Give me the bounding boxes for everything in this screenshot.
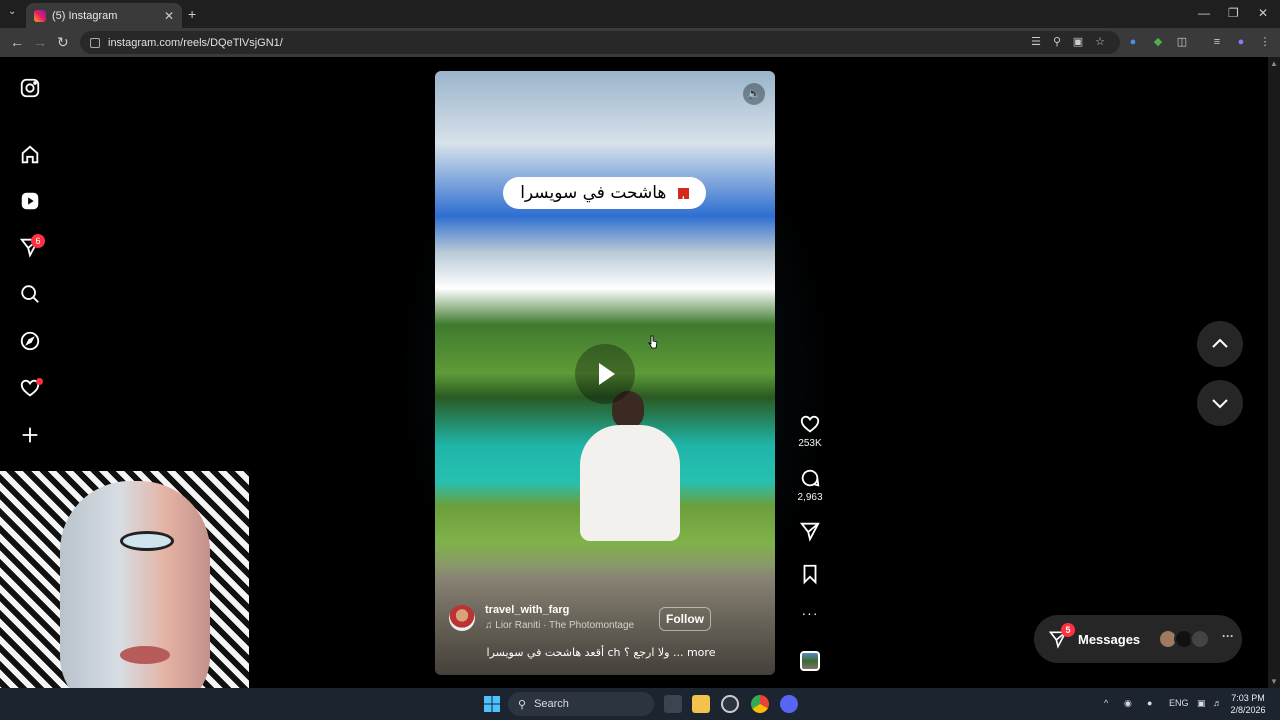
volume-icon[interactable]: ♬ [1213,698,1222,708]
minimize-button[interactable]: — [1198,6,1210,20]
messages-label: Messages [1078,631,1141,647]
overlay-caption-text: هاشحت في سويسرا [520,183,667,203]
app-icon[interactable] [721,695,739,713]
chevron-down-icon [1212,399,1228,409]
messages-button[interactable]: 5 Messages ··· [1034,615,1242,663]
reload-icon[interactable]: ↻ [57,34,69,51]
comment-icon[interactable] [799,467,821,489]
save-action[interactable] [790,563,830,585]
notification-dot [36,378,43,385]
browser-tab-strip: ⌄ (5) Instagram ✕ + — ❐ ✕ [0,0,1280,28]
taskbar-search-icon: ⚲ [518,698,527,711]
eye-detail [120,531,174,551]
extensions-puzzle-icon[interactable]: ◫ [1175,35,1189,49]
browser-toolbar: ← → ↻ instagram.com/reels/DQeTlVsjGN1/ ☰… [0,28,1280,57]
reel-actions: 253K 2,963 ··· [790,57,830,688]
bookmark-star-icon[interactable]: ☆ [1093,35,1107,49]
like-heart-icon[interactable] [799,413,821,435]
chrome-taskbar-icon[interactable] [751,695,769,713]
media-control-icon[interactable]: ≡ [1210,35,1224,49]
discord-taskbar-icon[interactable] [780,695,798,713]
like-count: 253K [798,438,822,449]
previous-reel-button[interactable] [1197,321,1243,367]
translate-icon[interactable]: ☰ [1029,35,1043,49]
taskbar-search-label: Search [534,698,569,710]
author-avatar[interactable] [449,605,475,631]
windows-start-icon[interactable] [483,695,501,713]
browser-menu-icon[interactable]: ⋮ [1258,35,1272,49]
clock-date: 2/8/2026 [1230,705,1266,715]
reels-icon[interactable] [19,190,41,212]
lips-detail [120,646,170,664]
chat-avatar [1190,629,1210,649]
network-icon[interactable]: ◉ [1124,698,1132,709]
more-chats-icon: ··· [1222,629,1234,643]
reel-video[interactable]: 🔈 هاشحت في سويسرا travel_with_farg ♫ Lio… [435,71,775,675]
system-clock[interactable]: 7:03 PM 2/8/2026 [1228,692,1268,716]
mute-icon[interactable]: 🔈 [743,83,765,105]
audio-thumbnail[interactable] [800,651,820,671]
create-plus-icon[interactable] [19,424,41,446]
comment-count: 2,963 [797,492,823,503]
install-app-icon[interactable]: ▣ [1071,35,1085,49]
follow-button[interactable]: Follow [659,607,711,631]
tab-instagram[interactable]: (5) Instagram ✕ [26,3,182,28]
next-reel-button[interactable] [1197,380,1243,426]
tab-close-icon[interactable]: ✕ [164,9,174,23]
messages-badge: 5 [1061,623,1075,637]
scroll-up-arrow-icon[interactable]: ▲ [1270,59,1278,68]
tray-overflow-icon[interactable]: ^ [1104,698,1108,708]
taskbar-search-box[interactable]: ⚲ Search [508,692,654,716]
tab-title: (5) Instagram [52,9,118,22]
notifications-badge: 6 [31,234,45,248]
address-bar[interactable]: instagram.com/reels/DQeTlVsjGN1/ [80,31,1120,54]
page-scrollbar[interactable]: ▲ ▼ [1268,57,1280,688]
play-button[interactable] [575,344,635,404]
display-icon[interactable]: ▣ [1197,698,1206,709]
like-action[interactable]: 253K [790,413,830,449]
tab-search-dropdown[interactable]: ⌄ [8,6,16,17]
author-username[interactable]: travel_with_farg [485,604,569,616]
windows-taskbar: ⚲ Search ^ ◉ ● ENG ▣ ♬ 7:03 PM 2/8/2026 [0,688,1280,720]
forward-icon[interactable]: → [33,34,47,50]
new-tab-button[interactable]: + [188,6,196,22]
url-text: instagram.com/reels/DQeTlVsjGN1/ [108,36,283,49]
back-icon[interactable]: ← [10,34,24,50]
restore-button[interactable]: ❐ [1228,6,1239,20]
chevron-up-icon [1212,338,1228,348]
scroll-down-arrow-icon[interactable]: ▼ [1270,677,1278,686]
share-action[interactable] [790,520,830,542]
site-info-icon[interactable] [90,37,100,48]
comment-action[interactable]: 2,963 [790,467,830,503]
webcam-overlay [0,471,249,720]
search-icon[interactable] [19,283,41,305]
audio-track[interactable]: ♫ Lior Raniti · The Photomontage [485,620,634,631]
bookmark-icon[interactable] [799,563,821,585]
reel-overlay-text: هاشحت في سويسرا [503,177,706,216]
file-explorer-icon[interactable] [692,695,710,713]
home-icon[interactable] [19,144,41,166]
reel-caption[interactable]: أقعد هاشحت في سويسرا ch ولا ارجع ؟ ... m… [481,646,721,659]
extension-icon[interactable]: ● [1126,35,1140,49]
person-figure [575,391,685,541]
more-options-icon[interactable]: ··· [790,605,830,621]
task-view-icon[interactable] [664,695,682,713]
clock-time: 7:03 PM [1231,693,1265,703]
zoom-icon[interactable]: ⚲ [1050,35,1064,49]
language-indicator[interactable]: ENG [1169,698,1189,708]
close-window-button[interactable]: ✕ [1258,6,1268,20]
instagram-logo-icon[interactable] [19,77,41,99]
swiss-flag-icon [677,184,689,216]
instagram-favicon-icon [34,9,46,22]
mouse-cursor-icon [648,335,658,349]
shield-extension-icon[interactable]: ◆ [1151,35,1165,49]
explore-compass-icon[interactable] [19,330,41,352]
share-send-icon[interactable] [799,520,821,542]
profile-avatar-icon[interactable]: ● [1234,35,1248,49]
microphone-icon[interactable]: ● [1147,698,1152,708]
face-portrait [60,481,210,716]
